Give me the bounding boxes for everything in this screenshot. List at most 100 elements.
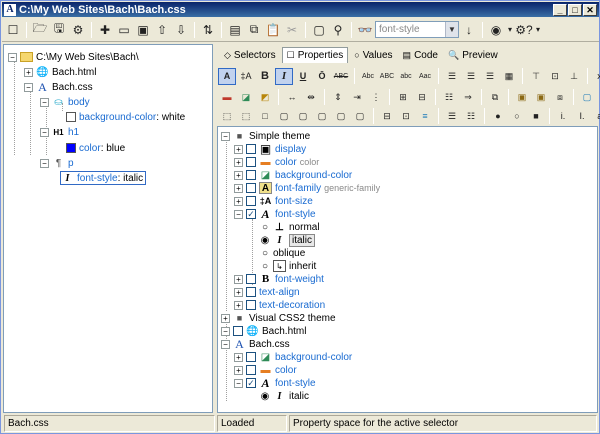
font-family-icon[interactable]: A xyxy=(218,67,236,85)
prop-item-bach-css[interactable]: − A Bach.css xyxy=(221,337,290,351)
chevron-down-icon[interactable]: ▾ xyxy=(506,21,514,39)
collapse-toggle[interactable]: − xyxy=(40,158,49,168)
checkbox[interactable] xyxy=(246,157,256,167)
small-caps-button[interactable]: Aac xyxy=(416,68,434,85)
bg-image-icon[interactable]: ◩ xyxy=(256,89,274,106)
value-oblique[interactable]: ○ oblique xyxy=(260,246,305,260)
new-icon[interactable]: ☐ xyxy=(4,21,22,39)
collapse-toggle[interactable]: − xyxy=(221,326,230,336)
radio-selected-icon[interactable]: ◉ xyxy=(260,390,270,402)
underline-button[interactable]: U xyxy=(294,68,312,85)
checkbox[interactable] xyxy=(246,352,256,362)
expand-toggle[interactable]: + xyxy=(221,313,230,323)
expand-toggle[interactable]: + xyxy=(234,196,243,206)
tab-code[interactable]: ▤ Code xyxy=(399,47,442,63)
checkbox[interactable] xyxy=(246,287,256,297)
border-inset-icon[interactable]: ▢ xyxy=(332,108,350,125)
cut-icon[interactable]: ✂ xyxy=(283,21,301,39)
bullet-circle-icon[interactable]: ○ xyxy=(508,108,526,125)
border-groove-icon[interactable]: ▢ xyxy=(294,108,312,125)
position-icon[interactable]: ▣ xyxy=(513,89,531,106)
padding-icon[interactable]: ⊟ xyxy=(413,89,431,106)
checkbox[interactable] xyxy=(246,365,256,375)
border-solid-icon[interactable]: □ xyxy=(256,108,274,125)
expand-toggle[interactable]: + xyxy=(234,300,243,310)
view-icon[interactable]: ▢ xyxy=(310,21,328,39)
expand-toggle[interactable]: + xyxy=(234,170,243,180)
tree-item-bach-html[interactable]: + 🌐 Bach.html xyxy=(24,65,96,79)
close-button[interactable]: ✕ xyxy=(583,3,597,16)
strike-button[interactable]: ABC xyxy=(332,68,350,85)
prop-item-bach-html[interactable]: − 🌐 Bach.html xyxy=(221,324,306,338)
move-up-icon[interactable]: ⇧ xyxy=(153,21,171,39)
minimize-button[interactable]: _ xyxy=(553,3,567,16)
expand-toggle[interactable]: + xyxy=(234,287,243,297)
align-right-icon[interactable]: ☰ xyxy=(481,68,499,85)
checkbox[interactable] xyxy=(246,170,256,180)
site-tree[interactable]: − C:\My Web Sites\Bach\ + 🌐 Bach.html − … xyxy=(3,44,213,413)
justify-icon[interactable]: ▦ xyxy=(500,68,518,85)
word-spacing-icon[interactable]: ⇹ xyxy=(302,89,320,106)
rename-icon[interactable]: ▣ xyxy=(134,21,152,39)
copy-icon[interactable]: ⧉ xyxy=(245,21,263,39)
prop-css-background-color[interactable]: + ◪ background-color xyxy=(234,350,352,364)
tree-item-background-color[interactable]: background-color : white xyxy=(66,110,185,124)
tab-properties[interactable]: ☐ Properties xyxy=(281,47,349,63)
border-dashed-icon[interactable]: ⬚ xyxy=(237,108,255,125)
indent-icon[interactable]: ⇥ xyxy=(348,89,366,106)
chevron-down-icon[interactable]: ▼ xyxy=(445,22,458,37)
add-icon[interactable]: ✚ xyxy=(96,21,114,39)
capitalize-button[interactable]: Abc xyxy=(359,68,377,85)
property-combo[interactable]: font-style ▼ xyxy=(375,21,459,38)
letter-spacing-icon[interactable]: ↔ xyxy=(283,89,301,106)
collapse-toggle[interactable]: − xyxy=(234,378,243,388)
table-layout-icon[interactable]: ⊟ xyxy=(378,108,396,125)
checkbox[interactable] xyxy=(246,274,256,284)
border-ridge-icon[interactable]: ▢ xyxy=(313,108,331,125)
collapse-toggle[interactable]: − xyxy=(24,82,33,92)
go-icon[interactable]: ↓ xyxy=(460,21,478,39)
collapse-toggle[interactable]: − xyxy=(40,127,49,137)
tree-item-color[interactable]: color : blue xyxy=(66,141,125,155)
list-disc-icon[interactable]: ☰ xyxy=(443,108,461,125)
visibility-icon[interactable]: ▢ xyxy=(578,89,596,106)
open-icon[interactable]: 🗁 xyxy=(31,21,49,39)
expand-toggle[interactable]: + xyxy=(234,144,243,154)
expand-toggle[interactable]: + xyxy=(234,183,243,193)
tab-selectors[interactable]: ◇ Selectors xyxy=(220,47,280,63)
prop-display[interactable]: + ▣ display xyxy=(234,142,306,156)
valign-top-icon[interactable]: ⊤ xyxy=(527,68,545,85)
expand-toggle[interactable]: + xyxy=(234,365,243,375)
bg-color-icon[interactable]: ◪ xyxy=(237,89,255,106)
expand-toggle[interactable]: + xyxy=(234,157,243,167)
expand-toggle[interactable]: + xyxy=(234,274,243,284)
prop-font-weight[interactable]: + B font-weight xyxy=(234,272,324,286)
prop-color[interactable]: + ▬ color color xyxy=(234,155,319,169)
collapse-toggle[interactable]: − xyxy=(40,97,49,107)
settings-icon[interactable]: ⚙ xyxy=(69,21,87,39)
binoculars-icon[interactable]: 👓 xyxy=(356,21,374,39)
checkbox[interactable] xyxy=(246,196,256,206)
checkbox[interactable] xyxy=(246,183,256,193)
overline-button[interactable]: Ō xyxy=(313,68,331,85)
prop-font-size[interactable]: + ‡A font-size xyxy=(234,194,313,208)
maximize-button[interactable]: □ xyxy=(568,3,582,16)
spacing-icon[interactable]: ⋮ xyxy=(367,89,385,106)
valign-middle-icon[interactable]: ⊡ xyxy=(546,68,564,85)
bullet-disc-icon[interactable]: ● xyxy=(489,108,507,125)
chevron-down-icon[interactable]: ▾ xyxy=(534,21,542,39)
tree-item-h1[interactable]: − H1 h1 xyxy=(40,125,79,139)
prop-background-color[interactable]: + ◪ background-color xyxy=(234,168,352,182)
radio-unselected-icon[interactable]: ○ xyxy=(260,247,270,259)
list-square-icon[interactable]: ☷ xyxy=(462,108,480,125)
theme-visual-css2[interactable]: + ■ Visual CSS2 theme xyxy=(221,311,336,325)
tree-item-body[interactable]: − ⛀ body xyxy=(40,95,90,109)
expand-toggle[interactable]: + xyxy=(234,352,243,362)
move-down-icon[interactable]: ⇩ xyxy=(172,21,190,39)
clip-icon[interactable]: ⧈ xyxy=(551,89,569,106)
collapse-toggle[interactable]: − xyxy=(8,52,17,62)
checkbox-checked[interactable]: ✓ xyxy=(246,378,256,388)
upper-roman-button[interactable]: I. xyxy=(573,108,591,125)
z-index-icon[interactable]: ▣ xyxy=(532,89,550,106)
list-position-icon[interactable]: ⇒ xyxy=(459,89,477,106)
